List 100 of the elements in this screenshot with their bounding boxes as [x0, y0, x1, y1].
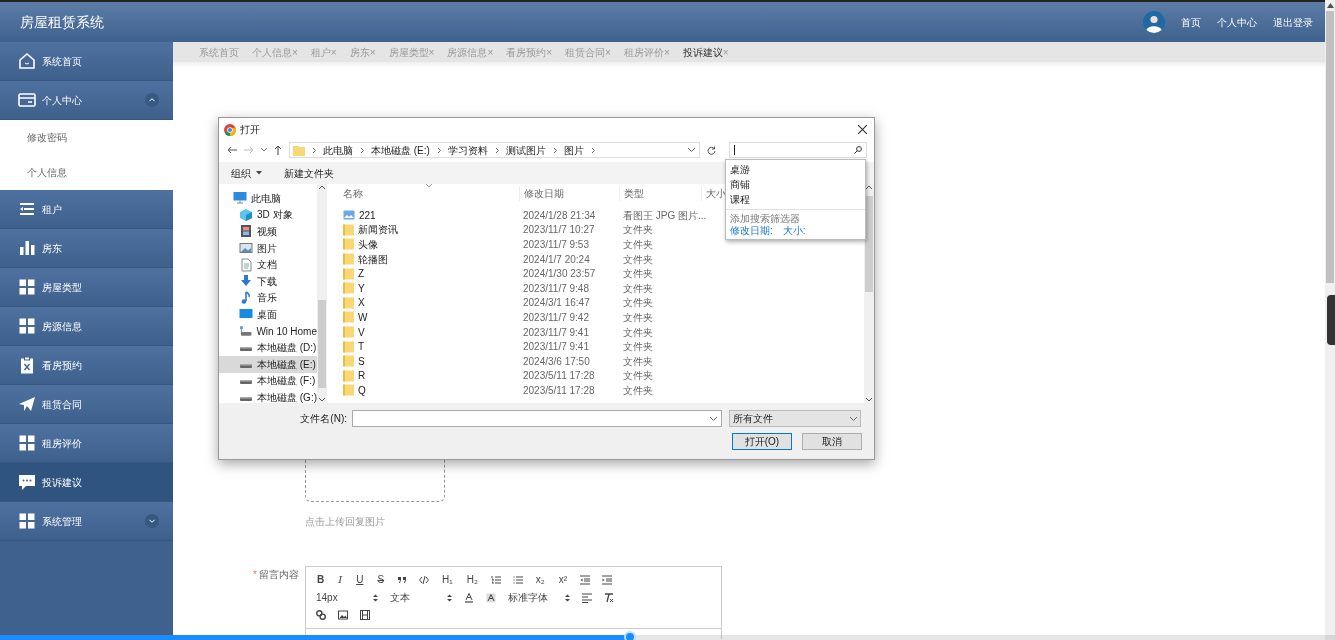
column-header[interactable]: 名称: [337, 185, 519, 201]
sidebar-item[interactable]: 房源信息: [0, 307, 173, 346]
outdent-icon[interactable]: [580, 574, 591, 585]
toolbar-select[interactable]: 标准字体: [508, 590, 570, 605]
back-icon[interactable]: [227, 146, 237, 154]
scroll-up-icon[interactable]: [866, 185, 872, 189]
sidebar-item[interactable]: 租赁合同: [0, 385, 173, 424]
nav-item[interactable]: 3D 对象: [219, 206, 317, 224]
address-bar[interactable]: 此电脑 本地磁盘 (E:) 学习资料 测试图片 图片: [289, 142, 700, 158]
breadcrumb-item[interactable]: 测试图片: [505, 142, 546, 158]
breadcrumb-item[interactable]: 学习资料: [447, 142, 488, 158]
scroll-handle[interactable]: [1327, 295, 1335, 345]
align-icon[interactable]: [582, 592, 592, 603]
nav-item[interactable]: 图片: [219, 239, 317, 257]
scroll-thumb[interactable]: [1326, 11, 1334, 283]
scroll-up-icon[interactable]: [1326, 3, 1334, 8]
file-name[interactable]: 221: [337, 207, 519, 223]
refresh-icon[interactable]: [707, 145, 716, 155]
submenu-item[interactable]: 修改密码: [0, 120, 173, 155]
chevron-down-icon[interactable]: [710, 416, 717, 421]
sidebar-item[interactable]: 租户: [0, 190, 173, 229]
image-icon[interactable]: [338, 610, 348, 621]
code-icon[interactable]: [419, 574, 430, 585]
suggestion-item[interactable]: 桌游: [726, 162, 865, 177]
file-name[interactable]: Q: [337, 382, 519, 398]
chevron-down-icon[interactable]: [688, 148, 695, 152]
nav-item[interactable]: 视频: [219, 223, 317, 240]
file-name[interactable]: Y: [337, 280, 519, 296]
filter-link[interactable]: 大小:: [782, 222, 806, 238]
file-name[interactable]: S: [337, 353, 519, 369]
format-button[interactable]: H₂: [465, 572, 479, 588]
file-name[interactable]: X: [337, 295, 519, 311]
dialog-button[interactable]: 打开(O): [732, 433, 792, 450]
tab[interactable]: 投诉建议×: [682, 44, 729, 60]
breadcrumb-item[interactable]: 此电脑: [323, 142, 353, 158]
file-name[interactable]: 头像: [337, 237, 519, 252]
video-progress-thumb[interactable]: [624, 631, 637, 640]
scroll-down-icon[interactable]: [866, 398, 872, 402]
sidebar-item[interactable]: 系统首页: [0, 42, 173, 81]
nav-item[interactable]: 音乐: [219, 289, 317, 307]
avatar-icon[interactable]: [1143, 11, 1165, 33]
nav-item[interactable]: 桌面: [219, 306, 317, 323]
toolbar-select[interactable]: 文本: [390, 590, 452, 605]
file-name[interactable]: R: [337, 368, 519, 384]
up-icon[interactable]: [274, 145, 282, 155]
nav-link[interactable]: 个人中心: [1217, 14, 1257, 30]
format-button[interactable]: x₂: [534, 572, 546, 588]
file-name[interactable]: T: [337, 339, 519, 355]
sidebar-item[interactable]: 看房预约: [0, 346, 173, 385]
file-name[interactable]: 新闻资讯: [337, 222, 519, 238]
nav-item[interactable]: Win 10 Home: [219, 322, 317, 340]
toolbar-button[interactable]: 新建文件夹: [284, 165, 334, 181]
nav-item[interactable]: 文档: [219, 256, 317, 273]
sidebar-item[interactable]: 租房评价: [0, 424, 173, 463]
highlight-icon[interactable]: [486, 592, 496, 603]
link-icon[interactable]: [316, 610, 326, 621]
column-header[interactable]: 类型: [619, 185, 701, 201]
toolbar-select[interactable]: 14px: [316, 590, 378, 605]
sidebar-item[interactable]: 房屋类型: [0, 268, 173, 307]
nav-item[interactable]: 下载: [219, 272, 317, 290]
nav-item[interactable]: 本地磁盘 (F:): [219, 372, 317, 390]
file-name[interactable]: 轮播图: [337, 251, 519, 267]
nav-item[interactable]: 本地磁盘 (G:): [219, 389, 317, 403]
scroll-thumb[interactable]: [865, 195, 873, 292]
close-icon[interactable]: [858, 125, 867, 134]
dialog-button[interactable]: 取消: [802, 433, 862, 450]
text-color-icon[interactable]: [464, 592, 474, 603]
format-button[interactable]: U: [355, 572, 365, 588]
file-name[interactable]: V: [337, 324, 519, 340]
indent-icon[interactable]: [602, 574, 613, 585]
format-button[interactable]: x²: [557, 572, 569, 588]
toolbar-button[interactable]: 组织: [231, 165, 262, 181]
column-header[interactable]: 修改日期: [519, 185, 619, 201]
format-button[interactable]: H₁: [441, 572, 454, 588]
chevron-down-icon[interactable]: [261, 148, 267, 152]
breadcrumb-item[interactable]: 本地磁盘 (E:): [371, 142, 430, 158]
filter-link[interactable]: 修改日期:: [730, 222, 773, 238]
format-button[interactable]: S: [376, 572, 386, 588]
scroll-up-icon[interactable]: [319, 185, 325, 189]
search-field[interactable]: [729, 142, 867, 158]
scroll-down-icon[interactable]: [319, 398, 325, 402]
scrollbar[interactable]: [1325, 0, 1335, 640]
sidebar-item[interactable]: 投诉建议: [0, 463, 173, 502]
bullet-list-icon[interactable]: [512, 574, 523, 585]
sidebar-item[interactable]: 个人中心: [0, 81, 173, 120]
nav-link[interactable]: 退出登录: [1273, 14, 1313, 30]
format-button[interactable]: I: [337, 572, 344, 588]
numbered-list-icon[interactable]: [490, 574, 501, 585]
nav-link[interactable]: 首页: [1181, 14, 1201, 30]
nav-item[interactable]: 本地磁盘 (D:): [219, 339, 317, 356]
filename-field[interactable]: [352, 410, 722, 427]
sidebar-item[interactable]: 系统管理: [0, 502, 173, 541]
nav-item[interactable]: 本地磁盘 (E:): [219, 355, 317, 373]
video-icon[interactable]: [360, 610, 370, 621]
submenu-item[interactable]: 个人信息: [0, 155, 173, 190]
file-name[interactable]: W: [337, 309, 519, 325]
clear-format-icon[interactable]: [604, 592, 614, 603]
quote-icon[interactable]: [397, 574, 408, 585]
breadcrumb-item[interactable]: 图片: [563, 142, 584, 158]
sidebar-item[interactable]: 房东: [0, 229, 173, 268]
